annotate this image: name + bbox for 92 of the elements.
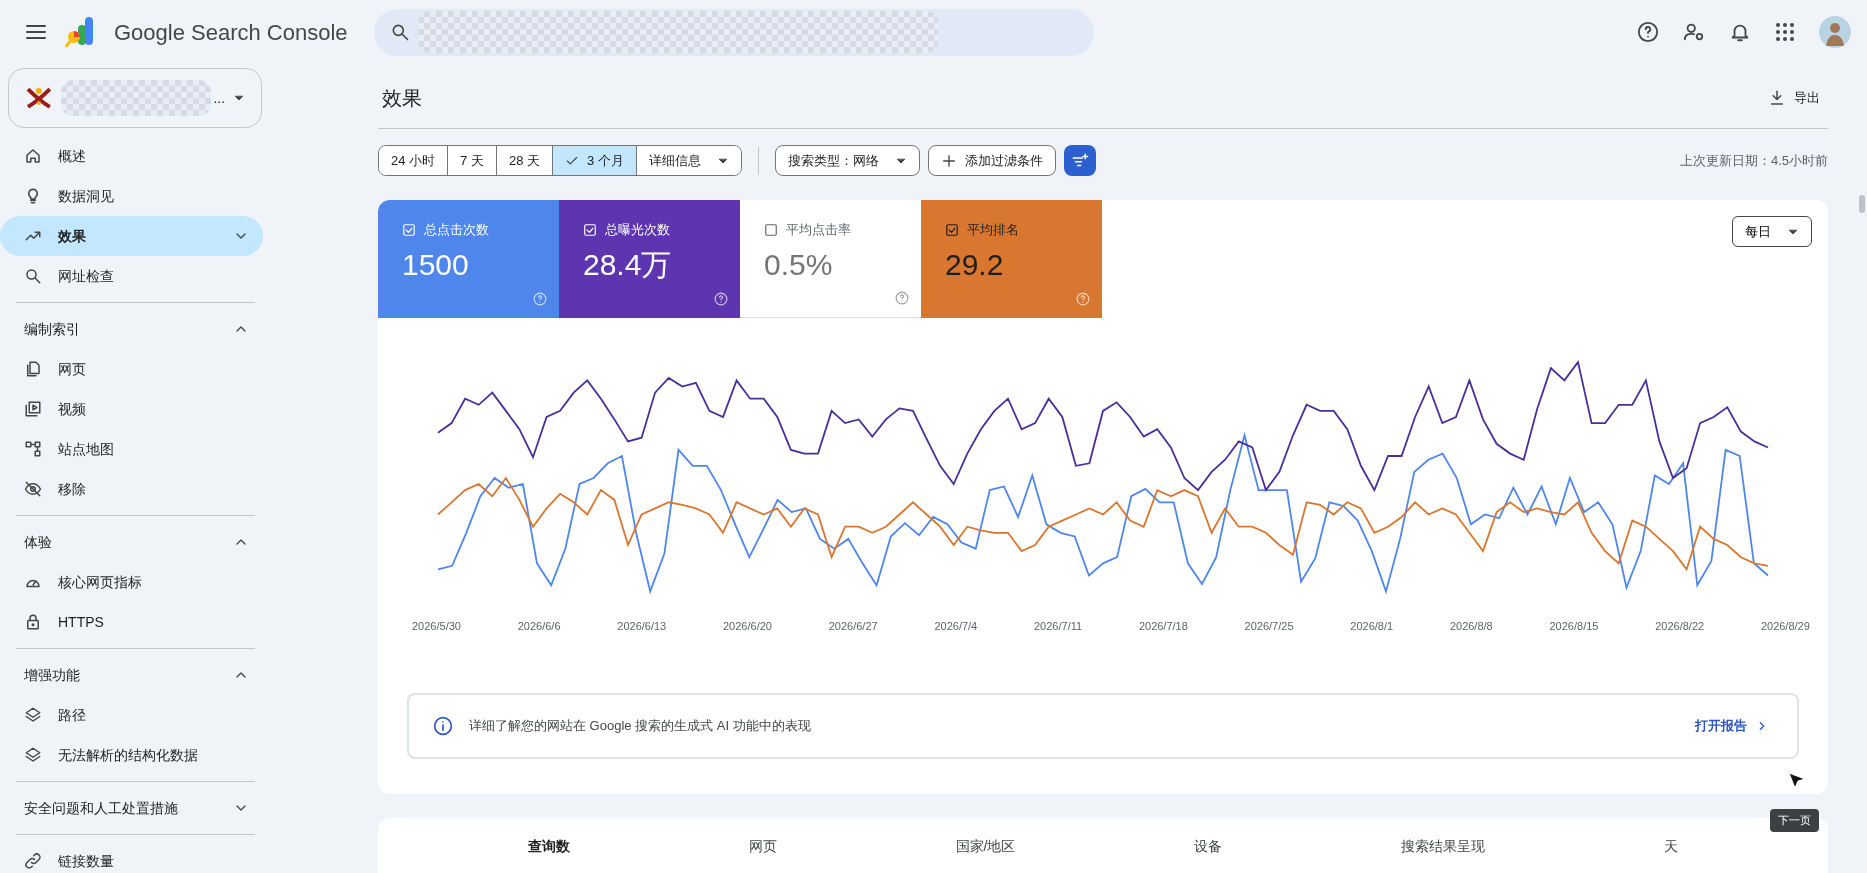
filter-button[interactable]: [1063, 145, 1096, 176]
checked-checkbox-icon: [945, 222, 959, 237]
nav-item[interactable]: 站点地图: [0, 429, 263, 469]
info-icon: [433, 715, 453, 736]
section-header[interactable]: 体验: [0, 522, 270, 562]
section-header[interactable]: 增强功能: [0, 655, 270, 695]
property-logo-icon: [25, 86, 53, 110]
axis-label: 2026/6/27: [828, 619, 878, 634]
search-icon: [24, 267, 42, 285]
export-button[interactable]: 导出: [1760, 84, 1828, 112]
axis-label: 2026/7/18: [1138, 619, 1188, 634]
metric-tile[interactable]: 总点击次数 1500: [378, 200, 559, 318]
metric-value: 1500: [402, 246, 470, 283]
avatar[interactable]: [1819, 16, 1851, 48]
metric-value: 28.4万: [583, 246, 673, 283]
home-icon: [24, 147, 42, 165]
axis-label: 2026/7/11: [1034, 619, 1083, 634]
axis-label: 2026/8/29: [1760, 619, 1810, 634]
date-range-button[interactable]: 7 天: [448, 146, 497, 175]
tab[interactable]: 设备: [1188, 834, 1229, 858]
nav-item[interactable]: 移除: [0, 469, 263, 509]
user-settings-icon[interactable]: [1683, 21, 1705, 43]
apps-icon[interactable]: [1775, 22, 1795, 42]
search-field[interactable]: [374, 8, 1094, 56]
axis-label: 2026/7/25: [1244, 619, 1294, 634]
metric-value: 0.5%: [764, 246, 834, 283]
info-text: 详细了解您的网站在 Google 搜索的生成式 AI 功能中的表现: [469, 716, 811, 735]
help-icon: [533, 292, 547, 306]
nav-item[interactable]: 效果: [0, 216, 263, 256]
sitemap-icon: [24, 440, 42, 458]
tab[interactable]: 搜索结果呈现: [1395, 834, 1492, 858]
eye-off-icon: [24, 480, 42, 498]
lock-icon: [24, 613, 42, 631]
page-title: 效果: [382, 86, 422, 111]
nav-item[interactable]: 路径: [0, 695, 263, 735]
axis-label: 2026/5/30: [412, 619, 461, 634]
section-header[interactable]: 安全问题和人工处置措施: [0, 788, 270, 828]
help-icon: [1076, 292, 1090, 306]
nav-item[interactable]: 核心网页指标: [0, 562, 263, 602]
search-icon: [390, 22, 410, 42]
axis-label: 2026/6/6: [517, 619, 561, 634]
plus-icon: [940, 152, 957, 169]
granularity-dropdown[interactable]: 每日: [1732, 216, 1812, 247]
axis-label: 2026/8/22: [1655, 619, 1705, 634]
checked-checkbox-icon: [583, 222, 597, 237]
product-name: Google Search Console: [114, 18, 348, 47]
add-filter-button[interactable]: 添加过滤条件: [927, 145, 1056, 176]
metric-tile[interactable]: 平均排名 29.2: [921, 200, 1102, 318]
axis-label: 2026/7/4: [934, 619, 978, 634]
scrollbar-thumb[interactable]: [1859, 195, 1865, 213]
date-range-button[interactable]: 3 个月: [553, 146, 637, 175]
search-type-dropdown[interactable]: 搜索类型：网络: [774, 145, 920, 176]
date-range-button[interactable]: 28 天: [496, 146, 553, 175]
nav-item[interactable]: 链接数量: [0, 841, 263, 873]
help-icon: [714, 292, 728, 306]
link-icon: [24, 852, 42, 870]
metric-tile[interactable]: 总曝光次数 28.4万: [559, 200, 740, 318]
nav-item[interactable]: 概述: [0, 136, 263, 176]
checkbox-icon: [764, 222, 778, 237]
cursor-icon: [1787, 771, 1807, 791]
nav-item[interactable]: 网页: [0, 349, 263, 389]
nav-item[interactable]: 视频: [0, 389, 263, 429]
page-icon: [24, 360, 42, 378]
details-dropdown[interactable]: 详细信息: [636, 146, 741, 175]
nav-item[interactable]: HTTPS: [0, 602, 263, 642]
tab[interactable]: 国家/地区: [949, 834, 1022, 858]
video-icon: [24, 400, 42, 418]
axis-label: 2026/8/8: [1449, 619, 1493, 634]
checked-checkbox-icon: [402, 222, 416, 237]
layers-icon: [24, 706, 42, 724]
nav-item[interactable]: 网址检查: [0, 256, 263, 296]
axis-label: 2026/8/1: [1350, 619, 1394, 634]
tooltip: 下一页: [1770, 809, 1819, 832]
help-icon: [895, 291, 909, 305]
date-range-button[interactable]: 24 小时: [379, 146, 449, 175]
tab[interactable]: 天: [1658, 834, 1685, 858]
axis-label: 2026/6/13: [617, 619, 667, 634]
layers-icon: [24, 746, 42, 764]
axis-label: 2026/6/20: [723, 619, 772, 634]
tab[interactable]: 网页: [742, 834, 783, 858]
nav-item[interactable]: 数据洞见: [0, 176, 263, 216]
open-report-link[interactable]: 打开报告: [1695, 715, 1769, 736]
nav-item[interactable]: 无法解析的结构化数据: [0, 735, 263, 775]
last-updated-text: 上次更新日期：4.5小时前: [1679, 151, 1828, 170]
download-icon: [1768, 89, 1786, 107]
property-name: ...: [213, 88, 226, 108]
help-icon[interactable]: [1637, 21, 1659, 43]
metric-value: 29.2: [945, 246, 1005, 283]
tab[interactable]: 查询数: [521, 834, 576, 858]
section-header[interactable]: 编制索引: [0, 309, 270, 349]
property-selector[interactable]: ...: [8, 68, 262, 128]
axis-label: 2026/8/15: [1549, 619, 1599, 634]
